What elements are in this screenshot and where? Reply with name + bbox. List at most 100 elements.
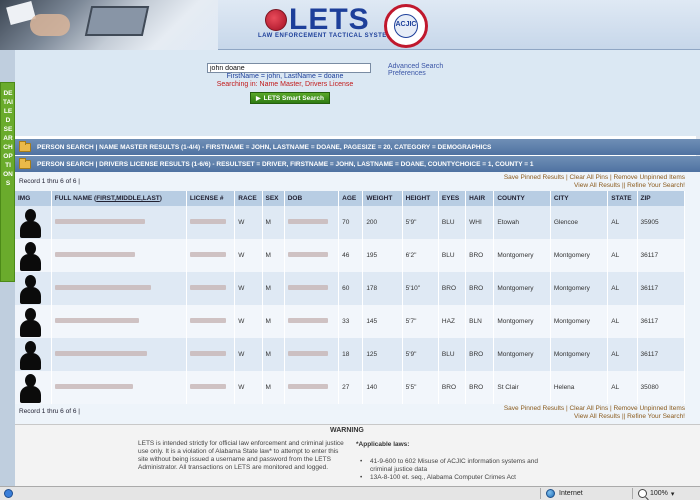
advanced-search-link[interactable]: Advanced Search: [388, 63, 443, 70]
col-license[interactable]: LICENSE #: [186, 191, 236, 206]
col-dob[interactable]: DOB: [284, 191, 340, 206]
name-master-results-bar[interactable]: PERSON SEARCH | NAME MASTER RESULTS (1-4…: [15, 139, 700, 155]
cell-race: W: [234, 371, 263, 404]
cell-state: AL: [607, 371, 638, 404]
col-weight[interactable]: WEIGHT: [362, 191, 403, 206]
cell-city: Montgomery: [550, 272, 609, 305]
record-pager-bottom: Record 1 thru 6 of 6 |: [19, 408, 80, 415]
redacted-license: [189, 285, 226, 290]
cell-height: 5'5": [402, 371, 439, 404]
clear-all-pins-link[interactable]: Clear All Pins: [569, 405, 608, 412]
lets-smart-search-button[interactable]: ▶ LETS Smart Search: [250, 92, 330, 104]
cell-city: Helena: [550, 371, 609, 404]
cell-full-name[interactable]: [51, 239, 187, 272]
redacted-dob: [287, 252, 328, 257]
applicable-laws-title: *Applicable laws:: [356, 441, 410, 448]
col-eyes[interactable]: EYES: [438, 191, 467, 206]
cell-full-name[interactable]: [51, 305, 187, 338]
cell-license: [186, 305, 236, 338]
cell-sex: M: [262, 206, 285, 239]
zoom-control[interactable]: 100% ▾: [638, 489, 674, 498]
col-race[interactable]: RACE: [234, 191, 263, 206]
person-silhouette-icon[interactable]: [18, 241, 42, 271]
cell-license: [186, 338, 236, 371]
person-silhouette-icon[interactable]: [18, 373, 42, 403]
cell-weight: 195: [362, 239, 403, 272]
query-echo: FirstName = john, LastName = doane: [226, 73, 344, 80]
person-silhouette-icon[interactable]: [18, 274, 42, 304]
cell-county: Etowah: [493, 206, 551, 239]
redacted-dob: [287, 318, 328, 323]
col-state[interactable]: STATE: [607, 191, 638, 206]
col-sex[interactable]: SEX: [262, 191, 285, 206]
col-full-name[interactable]: FULL NAME (FIRST,MIDDLE,LAST): [51, 191, 187, 206]
cell-img[interactable]: [15, 338, 52, 371]
banner-laptop-graphic: [84, 6, 150, 36]
preferences-link[interactable]: Preferences: [388, 70, 426, 77]
lets-logo[interactable]: LETS: [289, 3, 370, 37]
table-row[interactable]: W M 60 178 5'10" BRO BRO Montgomery Montgomery AL…: [15, 272, 686, 305]
cell-city: Montgomery: [550, 305, 609, 338]
cell-dob: [284, 338, 340, 371]
save-pinned-results-link[interactable]: Save Pinned Results: [504, 174, 564, 181]
banner-hand-graphic: [30, 14, 70, 36]
cell-full-name[interactable]: [51, 338, 187, 371]
col-zip[interactable]: ZIP: [637, 191, 686, 206]
cell-state: AL: [607, 338, 638, 371]
col-hair[interactable]: HAIR: [465, 191, 495, 206]
cell-img[interactable]: [15, 371, 52, 404]
cell-license: [186, 272, 236, 305]
cell-img[interactable]: [15, 305, 52, 338]
cell-full-name[interactable]: [51, 206, 187, 239]
full-name-sort-link[interactable]: FIRST,MIDDLE,LAST: [96, 195, 160, 202]
refine-search-link[interactable]: Refine Your Search!: [627, 182, 685, 189]
search-input[interactable]: [207, 63, 371, 73]
folder-icon: [19, 140, 31, 152]
cell-height: 5'10": [402, 272, 439, 305]
clear-all-pins-link[interactable]: Clear All Pins: [569, 174, 608, 181]
save-pinned-results-link[interactable]: Save Pinned Results: [504, 405, 564, 412]
cell-full-name[interactable]: [51, 272, 187, 305]
detailed-search-options-tab[interactable]: DETAILED SEARCH OPTIONS: [0, 82, 15, 282]
table-row[interactable]: W M 33 145 5'7" HAZ BLN Montgomery Montgomery AL 3…: [15, 305, 686, 338]
table-row[interactable]: W M 70 200 5'9" BLU WHI Etowah Glencoe AL 35905: [15, 206, 686, 239]
drivers-license-results-bar[interactable]: PERSON SEARCH | DRIVERS LICENSE RESULTS …: [15, 156, 700, 172]
cell-county: Montgomery: [493, 338, 551, 371]
cell-full-name[interactable]: [51, 371, 187, 404]
redacted-name: [54, 351, 147, 356]
cell-dob: [284, 272, 340, 305]
zoom-level: 100%: [650, 490, 668, 497]
cell-hair: BRO: [465, 338, 495, 371]
cell-race: W: [234, 239, 263, 272]
view-all-results-link[interactable]: View All Results: [574, 413, 620, 420]
page-status-icon: [4, 489, 13, 498]
person-silhouette-icon[interactable]: [18, 208, 42, 238]
security-zone[interactable]: Internet: [546, 489, 583, 498]
cell-county: Montgomery: [493, 272, 551, 305]
cell-race: W: [234, 338, 263, 371]
table-row[interactable]: W M 27 140 5'5" BRO BRO St Clair Helena AL 35080: [15, 371, 686, 404]
col-city[interactable]: CITY: [550, 191, 609, 206]
cell-weight: 178: [362, 272, 403, 305]
view-all-results-link[interactable]: View All Results: [574, 182, 620, 189]
cell-zip: 35905: [637, 206, 686, 239]
col-age[interactable]: AGE: [338, 191, 364, 206]
redacted-dob: [287, 351, 328, 356]
cell-age: 46: [338, 239, 364, 272]
person-silhouette-icon[interactable]: [18, 340, 42, 370]
col-height[interactable]: HEIGHT: [402, 191, 439, 206]
smart-search-label: LETS Smart Search: [263, 94, 324, 102]
table-row[interactable]: W M 18 125 5'9" BLU BRO Montgomery Montgomery AL 3…: [15, 338, 686, 371]
col-county[interactable]: COUNTY: [493, 191, 551, 206]
remove-unpinned-items-link[interactable]: Remove Unpinned Items: [613, 405, 685, 412]
magnifier-icon: [638, 489, 647, 498]
cell-img[interactable]: [15, 239, 52, 272]
remove-unpinned-items-link[interactable]: Remove Unpinned Items: [613, 174, 685, 181]
person-silhouette-icon[interactable]: [18, 307, 42, 337]
refine-search-link[interactable]: Refine Your Search!: [627, 413, 685, 420]
cell-img[interactable]: [15, 206, 52, 239]
cell-img[interactable]: [15, 272, 52, 305]
table-row[interactable]: W M 46 195 6'2" BLU BRO Montgomery Montgomery AL 3…: [15, 239, 686, 272]
statusbar-divider: [540, 488, 541, 499]
cell-state: AL: [607, 239, 638, 272]
